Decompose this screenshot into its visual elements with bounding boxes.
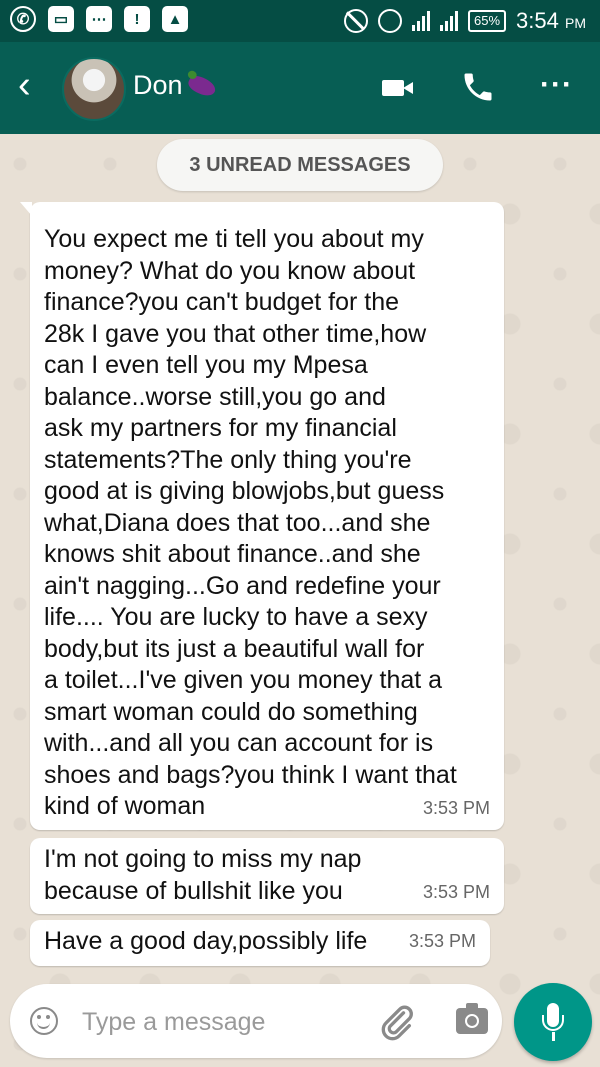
chat-header: ‹ Don ···	[0, 42, 600, 134]
eggplant-emoji-icon	[185, 72, 219, 100]
voice-call-icon[interactable]	[460, 69, 496, 105]
contact-name[interactable]: Don	[133, 70, 183, 101]
message-bubble[interactable]: You expect me ti tell you about my money…	[20, 202, 504, 830]
message-time: 3:53 PM	[408, 930, 476, 951]
notification-icons: ✆ ▭ ⋯ ! ▲	[10, 6, 188, 32]
upload-icon: ▲	[162, 6, 188, 32]
emoji-icon[interactable]	[30, 1007, 58, 1035]
message-composer	[10, 984, 502, 1058]
avatar[interactable]	[62, 57, 126, 121]
whatsapp-icon: ✆	[10, 6, 36, 32]
messages-icon: ⋯	[86, 6, 112, 32]
gallery-icon: ▭	[48, 6, 74, 32]
message-time: 3:53 PM	[422, 881, 490, 902]
do-not-disturb-icon	[344, 9, 369, 33]
more-options-icon[interactable]: ···	[540, 68, 573, 102]
alert-icon: !	[124, 6, 150, 32]
message-input[interactable]	[80, 1002, 364, 1042]
alarm-icon	[378, 9, 403, 33]
clock: 3:54 PM	[516, 8, 586, 33]
system-indicators: 65% 3:54 PM	[344, 8, 586, 34]
attachment-icon[interactable]	[376, 1002, 416, 1042]
message-bubble[interactable]: Have a good day,possibly life 3:53 PM	[30, 920, 490, 966]
signal-icon	[440, 11, 459, 31]
unread-banner: 3 UNREAD MESSAGES	[157, 139, 443, 191]
chevron-left-icon[interactable]: ‹	[18, 66, 31, 104]
camera-icon[interactable]	[456, 1003, 488, 1034]
status-bar: ✆ ▭ ⋯ ! ▲ 65% 3:54 PM	[0, 0, 600, 42]
video-call-icon[interactable]	[382, 80, 413, 96]
message-text: You expect me ti tell you about my money…	[44, 225, 457, 820]
message-bubble[interactable]: I'm not going to miss my nap because of …	[30, 838, 504, 914]
battery-indicator: 65%	[468, 10, 507, 32]
message-time: 3:53 PM	[422, 797, 490, 818]
microphone-icon[interactable]	[514, 983, 592, 1061]
signal-icon	[412, 11, 431, 31]
